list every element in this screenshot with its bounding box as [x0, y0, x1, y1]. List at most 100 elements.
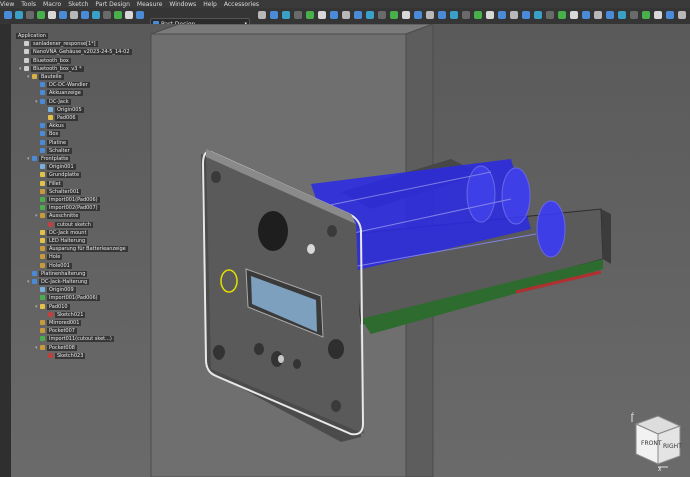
- axis-x-label: X: [658, 467, 662, 472]
- toolbar-tool-icon[interactable]: [630, 11, 638, 19]
- toolbar-tool-icon[interactable]: [81, 11, 89, 19]
- toolbar-tool-icon[interactable]: [606, 11, 614, 19]
- tree-item-label: Bauteile: [39, 74, 64, 80]
- toolbar-tool-icon[interactable]: [48, 11, 56, 19]
- folder-icon: [32, 74, 37, 79]
- toolbar-tool-icon[interactable]: [486, 11, 494, 19]
- tree-item-label: Origin009: [47, 287, 76, 294]
- toolbar-tool-icon[interactable]: [642, 11, 650, 19]
- origin-icon: [40, 164, 45, 170]
- part-icon: [40, 123, 45, 129]
- menu-macro[interactable]: Macro: [43, 1, 61, 8]
- toolbar: Part Design ▾: [0, 8, 690, 29]
- toolbar-tool-icon[interactable]: [570, 11, 578, 19]
- menu-part-design[interactable]: Part Design: [95, 1, 129, 8]
- menu-tools[interactable]: Tools: [21, 1, 36, 8]
- toolbar-tool-icon[interactable]: [414, 11, 422, 19]
- pocket-icon: [40, 188, 45, 194]
- toolbar-tool-icon[interactable]: [402, 11, 410, 19]
- toolbar-tool-icon[interactable]: [546, 11, 554, 19]
- toolbar-tool-icon[interactable]: [654, 11, 662, 19]
- part-icon: [40, 98, 45, 104]
- toolbar-tool-icon[interactable]: [426, 11, 434, 19]
- menu-sketch[interactable]: Sketch: [68, 1, 88, 8]
- toolbar-tool-icon[interactable]: [330, 11, 338, 19]
- toolbar-tool-icon[interactable]: [378, 11, 386, 19]
- menu-accessories[interactable]: Accessories: [224, 1, 259, 8]
- toolbar-tool-icon[interactable]: [534, 11, 542, 19]
- toolbar-tool-icon[interactable]: [4, 11, 12, 19]
- tree-item-label: Pocket007: [47, 328, 77, 335]
- toolbar-tool-icon[interactable]: [510, 11, 518, 19]
- sketch-icon: [48, 311, 53, 317]
- tree-item-label: Hole: [47, 254, 63, 261]
- toolbar-tool-icon[interactable]: [390, 11, 398, 19]
- toolbar-tool-icon[interactable]: [678, 11, 686, 19]
- menu-measure[interactable]: Measure: [137, 1, 163, 8]
- tree-item[interactable]: Sketch023: [43, 352, 86, 361]
- toolbar-tool-icon[interactable]: [318, 11, 326, 19]
- toolbar-tool-icon[interactable]: [270, 11, 278, 19]
- toolbar-tool-icon[interactable]: [26, 11, 34, 19]
- navcube-right-label: RIGHT: [663, 443, 682, 450]
- toolbar-tool-icon[interactable]: [594, 11, 602, 19]
- axis-z-label: Z: [631, 412, 635, 417]
- toolbar-tool-icon[interactable]: [354, 11, 362, 19]
- toolbar-tool-icon[interactable]: [114, 11, 122, 19]
- toolbar-tool-icon[interactable]: [103, 11, 111, 19]
- menu-windows[interactable]: Windows: [169, 1, 196, 8]
- toolbar-tool-icon[interactable]: [70, 11, 78, 19]
- pad-icon: [40, 303, 45, 309]
- part-icon: [40, 82, 45, 88]
- body-icon: [32, 156, 37, 161]
- tree-item-label: Ausschnitte: [47, 213, 81, 220]
- toolbar-tool-icon[interactable]: [618, 11, 626, 19]
- toolbar-tool-icon[interactable]: [582, 11, 590, 19]
- body-icon: [32, 279, 37, 284]
- hole-icon: [40, 262, 45, 268]
- toolbar-tool-icon[interactable]: [474, 11, 482, 19]
- toolbar-tool-icon[interactable]: [438, 11, 446, 19]
- tree-item-label: Akkus: [47, 123, 66, 130]
- navcube-front-label: FRONT: [641, 440, 662, 447]
- sketch-icon: [48, 352, 53, 358]
- toolbar-tool-icon[interactable]: [342, 11, 350, 19]
- tree-item-label: Box: [47, 131, 61, 138]
- toolbar-tool-icon[interactable]: [294, 11, 302, 19]
- toolbar-tool-icon[interactable]: [125, 11, 133, 19]
- toolbar-tool-icon[interactable]: [37, 11, 45, 19]
- toolbar-tool-icon[interactable]: [136, 11, 144, 19]
- tree-item-label: Import011(cutout sket...): [47, 336, 114, 343]
- toolbar-tool-icon[interactable]: [306, 11, 314, 19]
- toolbar-tool-icon[interactable]: [15, 11, 23, 19]
- part-icon: [40, 90, 45, 96]
- tree-item-label: Hole001: [47, 262, 72, 269]
- menu-view[interactable]: View: [0, 1, 14, 8]
- toolbar-tool-icon[interactable]: [462, 11, 470, 19]
- toolbar-tool-icon[interactable]: [92, 11, 100, 19]
- toolbar-tool-icon[interactable]: [558, 11, 566, 19]
- pocket-icon: [40, 328, 45, 334]
- menu-help[interactable]: Help: [203, 1, 217, 8]
- navigation-cube[interactable]: FRONT RIGHT Z X: [628, 411, 686, 473]
- part-icon: [40, 139, 45, 145]
- toolbar-tool-icon[interactable]: [450, 11, 458, 19]
- toolbar-tool-icon[interactable]: [282, 11, 290, 19]
- mirror-icon: [40, 320, 45, 325]
- toolbar-tool-icon[interactable]: [522, 11, 530, 19]
- toolbar-tool-icon[interactable]: [258, 11, 266, 19]
- pad-icon: [40, 172, 45, 178]
- toolbar-tool-icon[interactable]: [59, 11, 67, 19]
- toolbar-tool-icon[interactable]: [498, 11, 506, 19]
- tree-item-label: Ausparung für Batterieanzeige: [47, 246, 128, 253]
- tree-item-label: Sketch023: [55, 352, 86, 359]
- pad-icon: [40, 229, 45, 235]
- tree-item-label: Import001(Pad006): [47, 295, 100, 302]
- sketch-icon: [48, 221, 53, 227]
- toolbar-tool-icon[interactable]: [366, 11, 374, 19]
- tree-item-label: Schalter001: [47, 188, 82, 195]
- toolbar-tool-icon[interactable]: [666, 11, 674, 19]
- tree-item-label: Fillet: [47, 180, 63, 187]
- pad-icon: [48, 115, 53, 120]
- tree-item-label: NanoVNA_Gehäuse_v2023-24-5_14-02: [31, 49, 132, 56]
